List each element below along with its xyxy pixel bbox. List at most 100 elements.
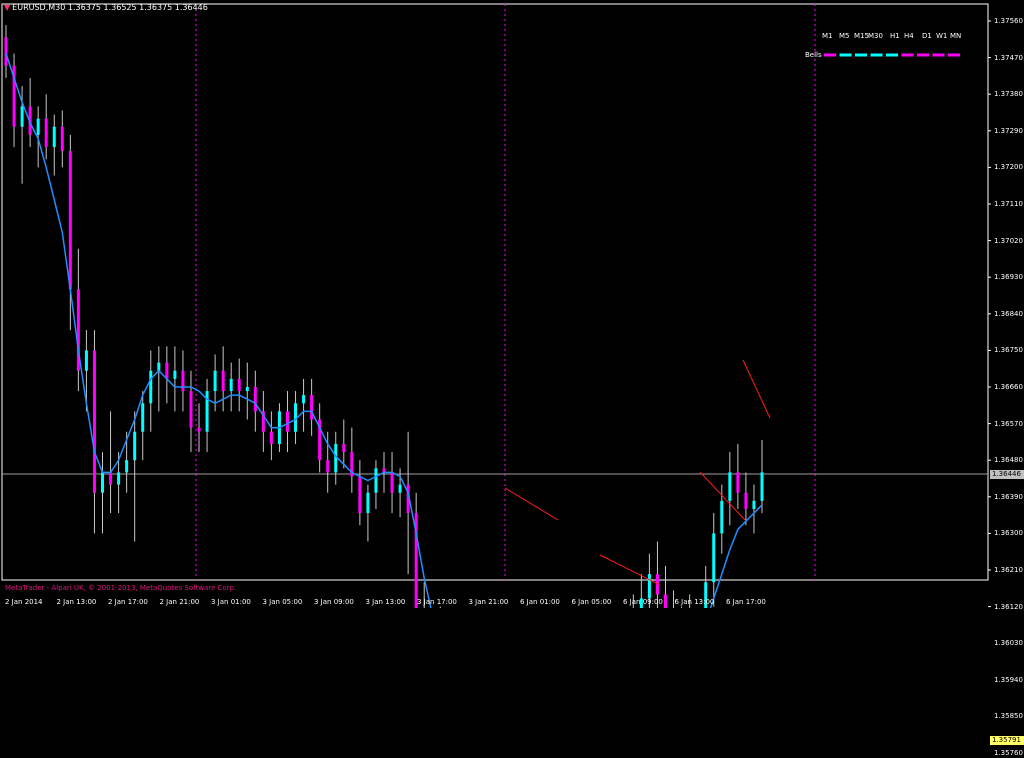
trendline[interactable] bbox=[742, 359, 771, 419]
y-tick-label: 1.37470 bbox=[994, 53, 1023, 62]
y-tick-label: 1.37290 bbox=[994, 126, 1023, 135]
candle-body bbox=[342, 443, 346, 453]
y-tick-label: 1.37560 bbox=[994, 17, 1023, 25]
moving-average-layer bbox=[5, 53, 763, 608]
symbol-line: EURUSD,M30 1.36375 1.36525 1.36375 1.364… bbox=[12, 3, 208, 12]
candle-body bbox=[173, 370, 177, 379]
candle-body bbox=[125, 460, 129, 473]
bells-label: Bells bbox=[805, 51, 822, 59]
candle-body bbox=[285, 411, 289, 432]
candle-body bbox=[326, 460, 330, 473]
candle-body bbox=[760, 472, 764, 501]
candles-layer bbox=[4, 25, 764, 608]
candle-body bbox=[720, 500, 724, 534]
candle-body bbox=[245, 387, 249, 392]
dropdown-icon[interactable]: ▼ bbox=[4, 3, 10, 12]
y-tick-label: 1.36120 bbox=[994, 602, 1023, 611]
candle-body bbox=[141, 403, 145, 432]
y-tick-label: 1.35940 bbox=[994, 675, 1023, 684]
candle-body bbox=[4, 37, 8, 66]
candle-body bbox=[36, 118, 40, 135]
y-tick-label: 1.37380 bbox=[994, 90, 1023, 99]
y-tick-label: 1.37110 bbox=[994, 200, 1023, 208]
timeframe-mn: MN bbox=[950, 32, 962, 40]
candle-body bbox=[109, 472, 113, 485]
x-tick-label: 2 Jan 13:00 bbox=[56, 598, 97, 606]
x-tick-label: 3 Jan 17:00 bbox=[417, 598, 457, 606]
x-tick-label: 3 Jan 05:00 bbox=[262, 598, 303, 606]
candle-body bbox=[181, 370, 185, 392]
candle-body bbox=[44, 118, 48, 148]
candle-body bbox=[736, 472, 740, 493]
y-tick-label: 1.36930 bbox=[994, 273, 1023, 282]
x-tick-label: 6 Jan 17:00 bbox=[726, 598, 766, 606]
timeframe-h4: H4 bbox=[904, 32, 914, 40]
x-tick-label: 6 Jan 01:00 bbox=[520, 598, 560, 606]
candle-body bbox=[366, 492, 370, 514]
timeframe-m1: M1 bbox=[822, 32, 833, 40]
candle-body bbox=[165, 362, 169, 379]
candle-body bbox=[189, 391, 193, 428]
candle-body bbox=[728, 472, 732, 501]
candle-body bbox=[310, 395, 314, 420]
y-tick-label: 1.36390 bbox=[994, 492, 1023, 501]
trendline[interactable] bbox=[504, 487, 559, 521]
grid-layer bbox=[1, 3, 991, 608]
timeframe-m15: M15 bbox=[854, 32, 869, 40]
candle-body bbox=[647, 574, 651, 599]
timeframe-d1: D1 bbox=[922, 32, 932, 40]
candle-body bbox=[269, 431, 273, 444]
y-tick-label: 1.35850 bbox=[994, 712, 1023, 721]
timeframe-h1: H1 bbox=[890, 32, 900, 40]
y-tick-label: 1.36840 bbox=[994, 309, 1023, 318]
candle-body bbox=[358, 476, 362, 514]
y-tick-label: 1.36300 bbox=[994, 529, 1023, 538]
x-tick-label: 3 Jan 21:00 bbox=[468, 598, 509, 606]
candle-body bbox=[221, 370, 225, 392]
y-tick-label: 1.37200 bbox=[994, 163, 1023, 172]
timeframe-w1: W1 bbox=[936, 32, 948, 40]
x-tick-label: 6 Jan 13:00 bbox=[674, 598, 715, 606]
y-tick-label: 1.35760 bbox=[994, 749, 1023, 757]
candle-body bbox=[133, 431, 137, 461]
candle-body bbox=[101, 472, 105, 493]
candle-body bbox=[390, 472, 394, 493]
x-tick-label: 3 Jan 09:00 bbox=[314, 598, 354, 606]
candle-body bbox=[68, 151, 72, 290]
candle-body bbox=[197, 427, 201, 432]
candle-body bbox=[84, 350, 88, 371]
y-tick-label: 1.36030 bbox=[994, 639, 1023, 648]
candle-body bbox=[213, 370, 217, 392]
candle-body bbox=[117, 472, 121, 485]
y-tick-label: 1.36480 bbox=[994, 456, 1023, 465]
x-tick-label: 2 Jan 2014 bbox=[5, 598, 43, 606]
candle-body bbox=[302, 395, 306, 404]
candle-body bbox=[744, 492, 748, 509]
x-tick-label: 2 Jan 21:00 bbox=[159, 598, 200, 606]
bid-price-label: 1.36446 bbox=[990, 470, 1024, 480]
y-tick-label: 1.36210 bbox=[994, 566, 1023, 574]
y-tick-label: 1.36750 bbox=[994, 346, 1023, 355]
candle-body bbox=[149, 370, 153, 404]
candle-body bbox=[712, 533, 716, 583]
timeframe-m5: M5 bbox=[839, 32, 850, 40]
candle-body bbox=[52, 126, 56, 148]
candle-body bbox=[157, 362, 161, 371]
chart-title: ▼ EURUSD,M30 1.36375 1.36525 1.36375 1.36… bbox=[4, 3, 208, 12]
price-chart[interactable] bbox=[0, 0, 1024, 608]
candle-body bbox=[237, 378, 241, 392]
x-tick-label: 3 Jan 13:00 bbox=[365, 598, 406, 606]
candle-body bbox=[92, 350, 96, 493]
x-tick-label: 6 Jan 09:00 bbox=[623, 598, 663, 606]
candle-body bbox=[20, 106, 24, 127]
y-tick-label: 1.36660 bbox=[994, 383, 1023, 391]
y-tick-label: 1.36570 bbox=[994, 419, 1023, 428]
candle-body bbox=[752, 500, 756, 509]
copyright-text: MetaTrader - Alpari UK, © 2001-2013, Met… bbox=[5, 584, 237, 592]
moving-average-line bbox=[5, 53, 763, 608]
candle-body bbox=[663, 594, 667, 608]
candle-body bbox=[374, 468, 378, 493]
candle-body bbox=[398, 484, 402, 493]
candle-body bbox=[229, 378, 233, 392]
candle-body bbox=[253, 387, 257, 412]
